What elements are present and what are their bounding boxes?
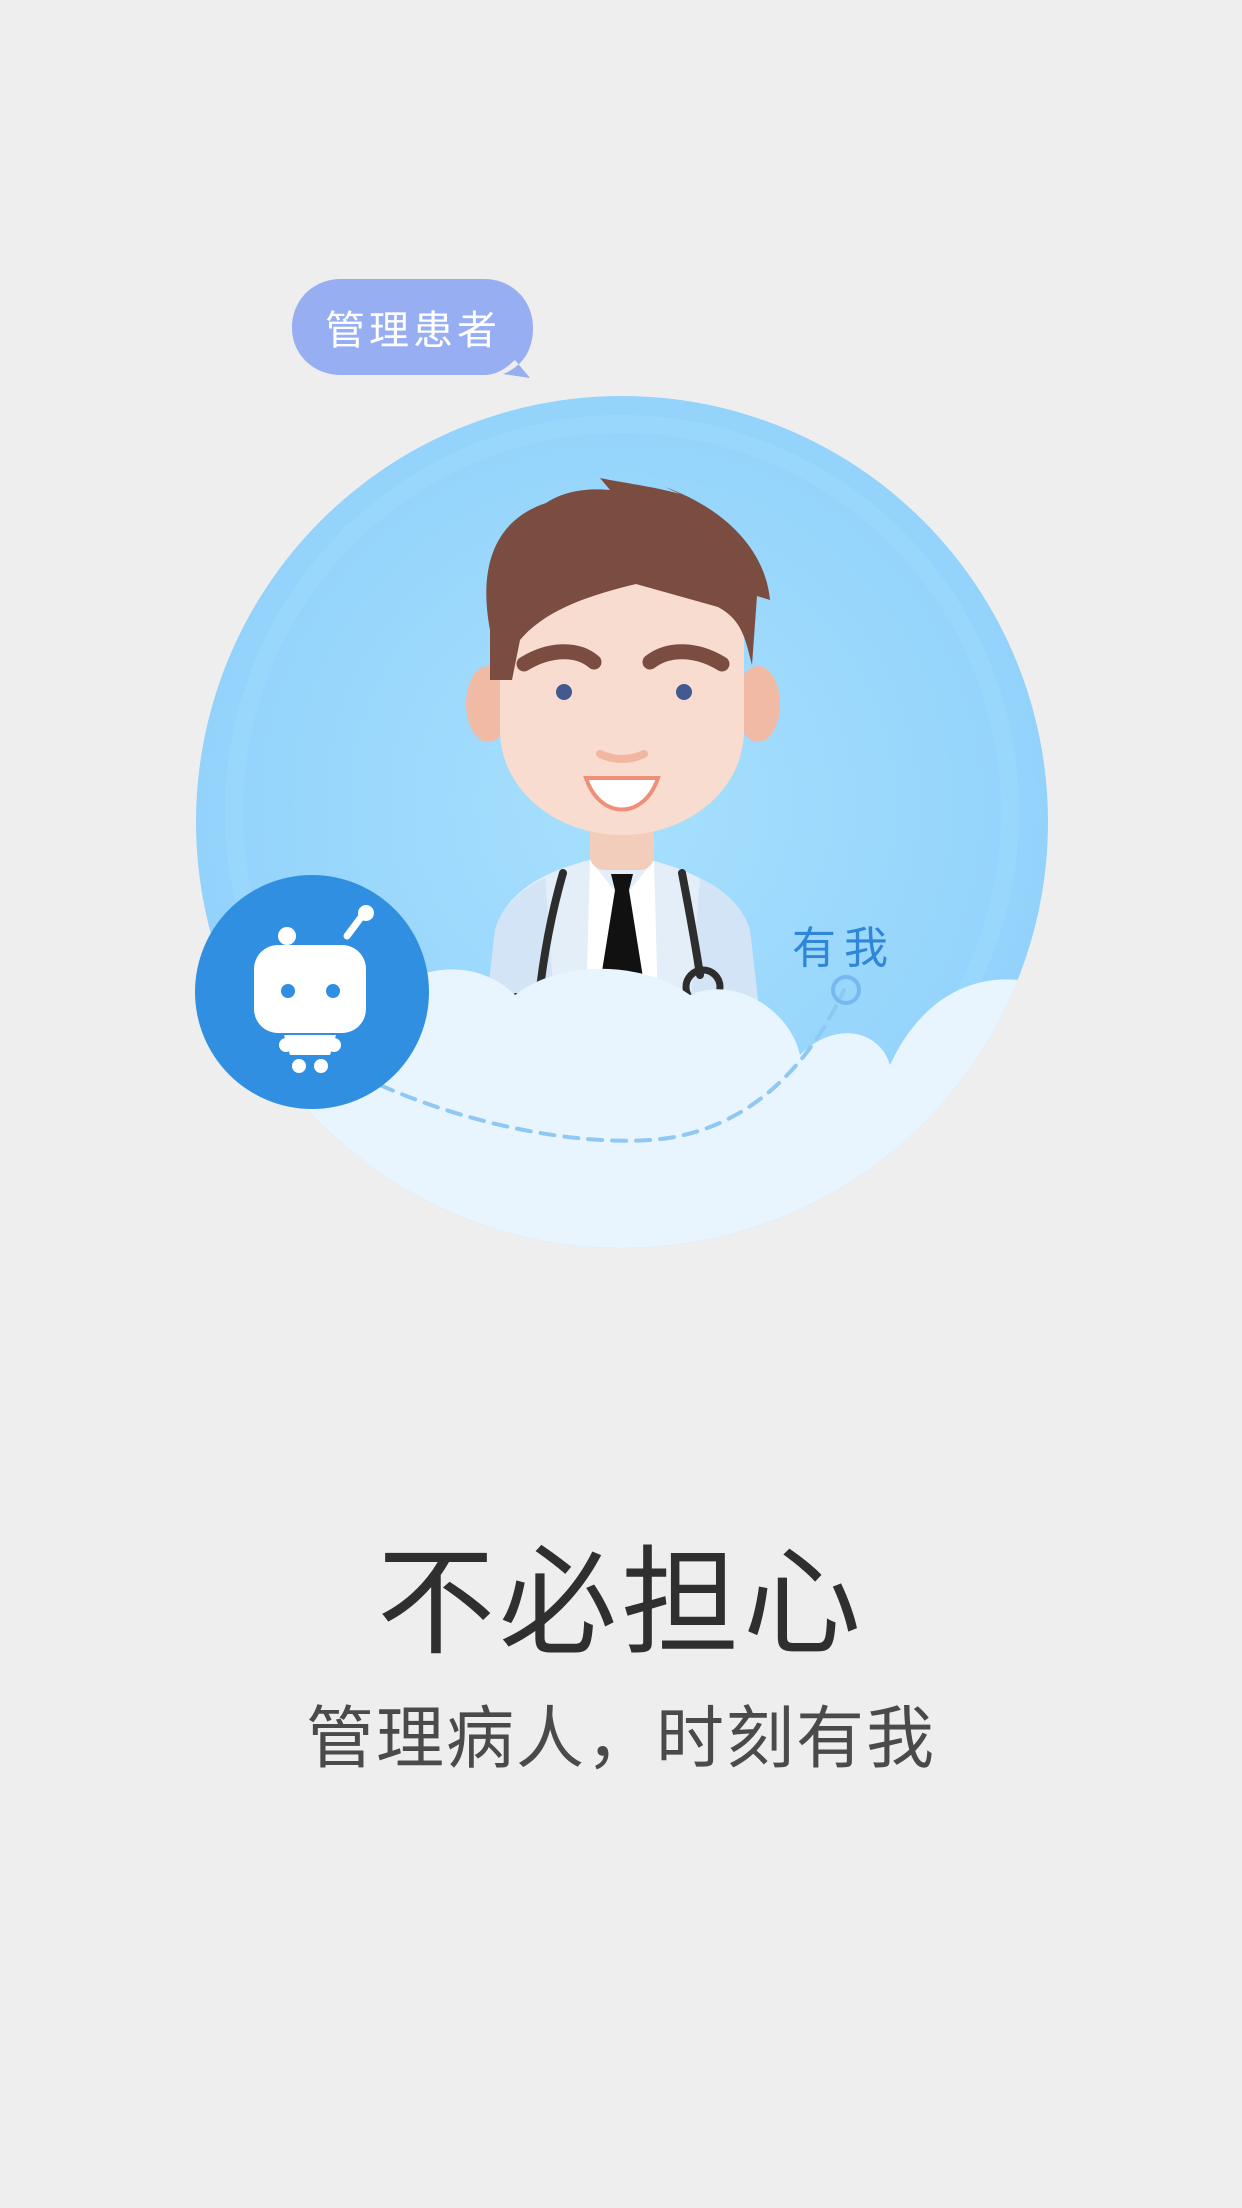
robot-badge [195,875,429,1109]
page-subtitle: 管理病人，时刻有我 [305,1700,936,1779]
speech-bubble-text: 管理患者 [325,308,501,354]
page-title: 不必担心 [376,1534,865,1672]
hero-illustration [195,279,1048,1248]
onboarding-screen: 管理患者 有我 不必担心 管理病人，时刻有我 [0,0,1242,2208]
scene-caption: 有我 [792,923,896,974]
